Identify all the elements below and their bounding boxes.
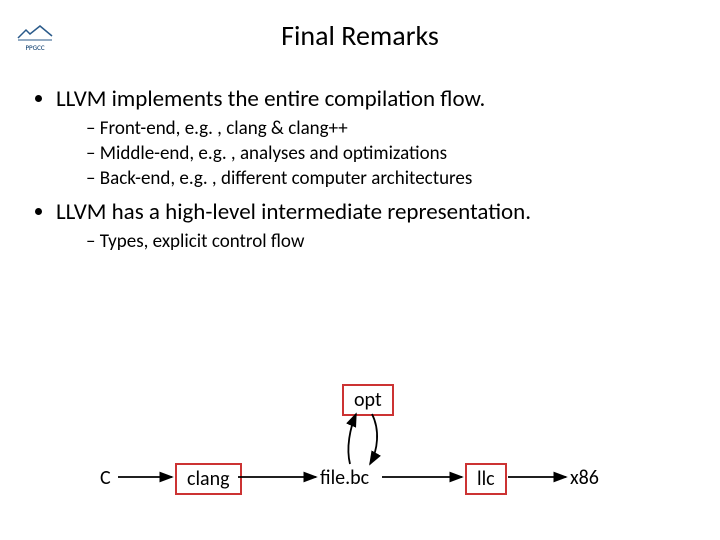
bullet-item: LLVM has a high-level intermediate repre… xyxy=(56,198,700,253)
sub-bullet: Front-end, e.g. , clang & clang++ xyxy=(86,117,700,140)
bullet-item: LLVM implements the entire compilation f… xyxy=(56,85,700,190)
logo-text: PPGCC xyxy=(6,44,64,51)
bullet-text: LLVM has a high-level intermediate repre… xyxy=(56,198,531,226)
pipeline-diagram: C clang file.bc opt llc x86 xyxy=(0,378,720,518)
sub-bullet: Types, explicit control flow xyxy=(86,230,700,253)
content: LLVM implements the entire compilation f… xyxy=(20,85,700,253)
sub-bullet: Middle-end, e.g. , analyses and optimiza… xyxy=(86,142,700,165)
bullet-text: LLVM implements the entire compilation f… xyxy=(56,85,485,113)
page-title: Final Remarks xyxy=(0,18,720,53)
sub-bullet: Back-end, e.g. , different computer arch… xyxy=(86,167,700,190)
arrows xyxy=(0,378,720,538)
logo: PPGCC xyxy=(6,24,64,68)
